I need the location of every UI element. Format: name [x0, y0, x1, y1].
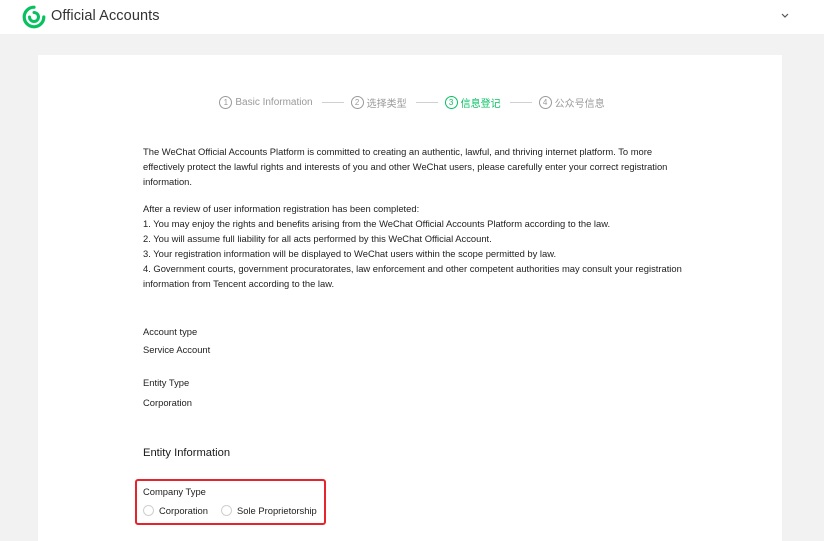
- step-basic-information: 1 Basic Information: [219, 95, 313, 109]
- radio-button[interactable]: [221, 505, 232, 516]
- intro-paragraph: The WeChat Official Accounts Platform is…: [143, 146, 668, 187]
- step-label: 公众号信息: [554, 98, 605, 110]
- chevron-down-icon[interactable]: [780, 12, 790, 20]
- step-number: 4: [538, 95, 552, 109]
- step-select-type: 2 选择类型: [350, 95, 407, 110]
- wechat-logo-icon[interactable]: [22, 5, 46, 29]
- review-point: 2. You will assume full liability for al…: [143, 233, 492, 244]
- step-divider: [509, 101, 532, 103]
- step-number: 1: [219, 95, 233, 109]
- entity-information-heading: Entity Information: [143, 447, 231, 459]
- radio-sole-proprietorship[interactable]: Sole Proprietorship: [221, 505, 317, 516]
- radio-corporation[interactable]: Corporation: [143, 505, 208, 516]
- radio-label: Sole Proprietorship: [237, 505, 317, 516]
- app-title: Official Accounts: [51, 8, 160, 24]
- account-type-label: Account type: [143, 326, 198, 337]
- company-type-label: Company Type: [143, 486, 206, 497]
- radio-label: Corporation: [159, 505, 208, 516]
- account-type-value: Service Account: [143, 344, 211, 355]
- step-divider: [321, 101, 344, 103]
- step-divider: [415, 101, 438, 103]
- review-point: 1. You may enjoy the rights and benefits…: [143, 218, 611, 229]
- entity-type-label: Entity Type: [143, 377, 190, 388]
- entity-type-value: Corporation: [143, 397, 192, 408]
- step-label: 信息登记: [460, 98, 501, 110]
- step-label: 选择类型: [366, 98, 407, 110]
- step-account-info: 4 公众号信息: [538, 95, 605, 110]
- step-number: 2: [350, 95, 364, 109]
- review-point: 4. Government courts, government procura…: [143, 263, 682, 289]
- review-heading: After a review of user information regis…: [143, 203, 420, 214]
- review-notice: After a review of user information regis…: [143, 201, 683, 291]
- registration-card: [38, 55, 782, 541]
- radio-button[interactable]: [143, 505, 154, 516]
- company-type-radio-group: Corporation Sole Proprietorship: [143, 505, 317, 516]
- step-indicator: 1 Basic Information 2 选择类型 3 信息登记 4 公众号信…: [0, 94, 824, 110]
- step-info-registration: 3 信息登记: [444, 95, 501, 110]
- review-point: 3. Your registration information will be…: [143, 248, 557, 259]
- step-label: Basic Information: [235, 96, 313, 108]
- top-bar: Official Accounts: [0, 0, 824, 34]
- step-number: 3: [444, 95, 458, 109]
